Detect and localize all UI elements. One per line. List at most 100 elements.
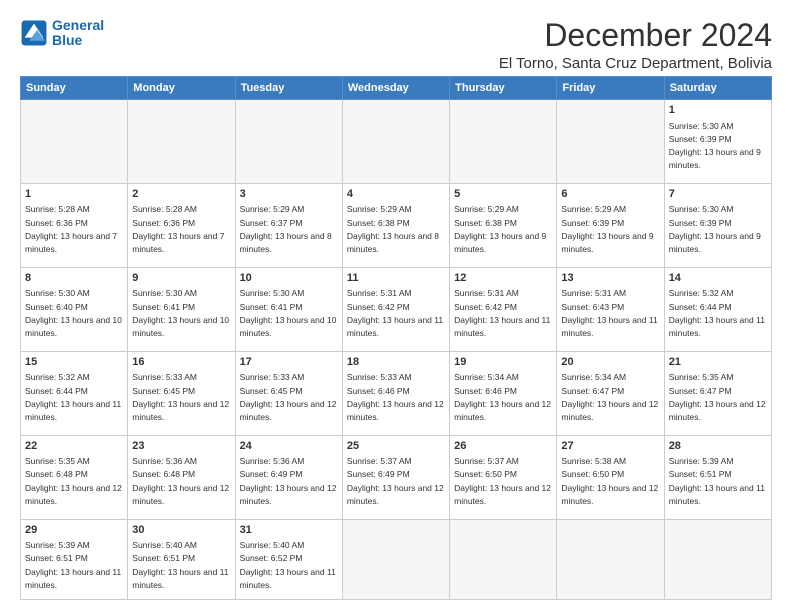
day-info: Sunrise: 5:39 AMSunset: 6:51 PMDaylight:… [669, 456, 765, 506]
calendar-week-2: 1Sunrise: 5:28 AMSunset: 6:36 PMDaylight… [21, 184, 772, 268]
day-number: 14 [669, 271, 767, 286]
calendar-table: SundayMondayTuesdayWednesdayThursdayFrid… [20, 76, 772, 600]
day-info: Sunrise: 5:34 AMSunset: 6:46 PMDaylight:… [454, 372, 551, 422]
calendar-cell [557, 100, 664, 184]
calendar-cell: 18Sunrise: 5:33 AMSunset: 6:46 PMDayligh… [342, 351, 449, 435]
calendar-cell: 4 Sunrise: 5:29 AMSunset: 6:38 PMDaylight… [342, 184, 449, 268]
day-number: 21 [669, 355, 767, 370]
day-info: Sunrise: 5:33 AMSunset: 6:45 PMDaylight:… [132, 372, 229, 422]
day-number: 2 [132, 187, 230, 202]
calendar-cell [450, 100, 557, 184]
day-number: 9 [132, 271, 230, 286]
calendar-cell: 22 Sunrise: 5:35 AMSunset: 6:48 PMDayligh… [21, 435, 128, 519]
day-number: 19 [454, 355, 552, 370]
calendar-cell: 12Sunrise: 5:31 AMSunset: 6:42 PMDayligh… [450, 267, 557, 351]
calendar-cell: 2 Sunrise: 5:28 AMSunset: 6:36 PMDaylight… [128, 184, 235, 268]
calendar-cell: 1Sunrise: 5:28 AMSunset: 6:36 PMDaylight… [21, 184, 128, 268]
day-number: 5 [454, 187, 552, 202]
calendar-cell: 13Sunrise: 5:31 AMSunset: 6:43 PMDayligh… [557, 267, 664, 351]
calendar-cell: 16 Sunrise: 5:33 AMSunset: 6:45 PMDayligh… [128, 351, 235, 435]
day-number: 8 [25, 271, 123, 286]
day-header-thursday: Thursday [450, 77, 557, 100]
calendar-week-4: 15 Sunrise: 5:32 AMSunset: 6:44 PMDayligh… [21, 351, 772, 435]
calendar-week-5: 22 Sunrise: 5:35 AMSunset: 6:48 PMDayligh… [21, 435, 772, 519]
calendar-cell [342, 100, 449, 184]
day-number: 17 [240, 355, 338, 370]
logo-text: General Blue [52, 18, 104, 49]
day-info: Sunrise: 5:40 AMSunset: 6:51 PMDaylight:… [132, 540, 228, 590]
day-number: 26 [454, 439, 552, 454]
calendar-cell [128, 100, 235, 184]
day-number: 7 [669, 187, 767, 202]
day-info: Sunrise: 5:36 AMSunset: 6:48 PMDaylight:… [132, 456, 229, 506]
day-info: Sunrise: 5:33 AMSunset: 6:46 PMDaylight:… [347, 372, 444, 422]
day-info: Sunrise: 5:30 AMSunset: 6:40 PMDaylight:… [25, 288, 122, 338]
day-number: 11 [347, 271, 445, 286]
calendar-cell: 21 Sunrise: 5:35 AMSunset: 6:47 PMDayligh… [664, 351, 771, 435]
day-info: Sunrise: 5:35 AMSunset: 6:48 PMDaylight:… [25, 456, 122, 506]
day-info: Sunrise: 5:31 AMSunset: 6:42 PMDaylight:… [347, 288, 443, 338]
day-info: Sunrise: 5:29 AMSunset: 6:38 PMDaylight:… [454, 204, 546, 254]
day-number: 15 [25, 355, 123, 370]
day-number: 4 [347, 187, 445, 202]
day-info: Sunrise: 5:31 AMSunset: 6:42 PMDaylight:… [454, 288, 550, 338]
day-number: 13 [561, 271, 659, 286]
page: General Blue December 2024 El Torno, San… [0, 0, 792, 612]
day-info: Sunrise: 5:32 AMSunset: 6:44 PMDaylight:… [25, 372, 121, 422]
day-info: Sunrise: 5:30 AMSunset: 6:39 PMDaylight:… [669, 204, 761, 254]
day-info: Sunrise: 5:28 AMSunset: 6:36 PMDaylight:… [132, 204, 224, 254]
day-number: 16 [132, 355, 230, 370]
day-header-saturday: Saturday [664, 77, 771, 100]
calendar-cell: 8 Sunrise: 5:30 AMSunset: 6:40 PMDaylight… [21, 267, 128, 351]
calendar-cell [450, 519, 557, 599]
day-info: Sunrise: 5:35 AMSunset: 6:47 PMDaylight:… [669, 372, 766, 422]
main-title: December 2024 [499, 18, 772, 53]
calendar-cell: 3Sunrise: 5:29 AMSunset: 6:37 PMDaylight… [235, 184, 342, 268]
calendar-cell: 23 Sunrise: 5:36 AMSunset: 6:48 PMDayligh… [128, 435, 235, 519]
title-block: December 2024 El Torno, Santa Cruz Depar… [499, 18, 772, 72]
day-info: Sunrise: 5:36 AMSunset: 6:49 PMDaylight:… [240, 456, 337, 506]
calendar-cell: 28Sunrise: 5:39 AMSunset: 6:51 PMDayligh… [664, 435, 771, 519]
day-info: Sunrise: 5:37 AMSunset: 6:49 PMDaylight:… [347, 456, 444, 506]
day-info: Sunrise: 5:29 AMSunset: 6:39 PMDaylight:… [561, 204, 653, 254]
calendar-week-6: 29Sunrise: 5:39 AMSunset: 6:51 PMDayligh… [21, 519, 772, 599]
day-info: Sunrise: 5:33 AMSunset: 6:45 PMDaylight:… [240, 372, 337, 422]
day-info: Sunrise: 5:28 AMSunset: 6:36 PMDaylight:… [25, 204, 117, 254]
day-info: Sunrise: 5:32 AMSunset: 6:44 PMDaylight:… [669, 288, 765, 338]
calendar-cell [235, 100, 342, 184]
day-header-friday: Friday [557, 77, 664, 100]
day-number: 10 [240, 271, 338, 286]
day-info: Sunrise: 5:37 AMSunset: 6:50 PMDaylight:… [454, 456, 551, 506]
calendar-cell: 31Sunrise: 5:40 AMSunset: 6:52 PMDayligh… [235, 519, 342, 599]
calendar-header-row: SundayMondayTuesdayWednesdayThursdayFrid… [21, 77, 772, 100]
calendar-cell: 15 Sunrise: 5:32 AMSunset: 6:44 PMDayligh… [21, 351, 128, 435]
calendar-cell: 6 Sunrise: 5:29 AMSunset: 6:39 PMDaylight… [557, 184, 664, 268]
day-info: Sunrise: 5:29 AMSunset: 6:38 PMDaylight:… [347, 204, 439, 254]
day-info: Sunrise: 5:38 AMSunset: 6:50 PMDaylight:… [561, 456, 658, 506]
calendar-week-1: 1Sunrise: 5:30 AMSunset: 6:39 PMDaylight… [21, 100, 772, 184]
day-header-wednesday: Wednesday [342, 77, 449, 100]
day-info: Sunrise: 5:30 AMSunset: 6:39 PMDaylight:… [669, 121, 761, 171]
calendar-cell [342, 519, 449, 599]
day-number: 22 [25, 439, 123, 454]
day-header-monday: Monday [128, 77, 235, 100]
day-number: 6 [561, 187, 659, 202]
day-info: Sunrise: 5:30 AMSunset: 6:41 PMDaylight:… [132, 288, 229, 338]
calendar-cell: 9 Sunrise: 5:30 AMSunset: 6:41 PMDaylight… [128, 267, 235, 351]
calendar-cell: 10 Sunrise: 5:30 AMSunset: 6:41 PMDayligh… [235, 267, 342, 351]
logo: General Blue [20, 18, 104, 49]
day-info: Sunrise: 5:30 AMSunset: 6:41 PMDaylight:… [240, 288, 337, 338]
calendar-cell: 11 Sunrise: 5:31 AMSunset: 6:42 PMDayligh… [342, 267, 449, 351]
calendar-week-3: 8 Sunrise: 5:30 AMSunset: 6:40 PMDaylight… [21, 267, 772, 351]
day-number: 30 [132, 523, 230, 538]
day-number: 23 [132, 439, 230, 454]
calendar-cell: 20Sunrise: 5:34 AMSunset: 6:47 PMDayligh… [557, 351, 664, 435]
logo-line2: Blue [52, 33, 104, 48]
day-number: 29 [25, 523, 123, 538]
calendar-cell [557, 519, 664, 599]
header: General Blue December 2024 El Torno, San… [20, 18, 772, 72]
calendar-cell [664, 519, 771, 599]
calendar-cell: 19 Sunrise: 5:34 AMSunset: 6:46 PMDayligh… [450, 351, 557, 435]
day-number: 20 [561, 355, 659, 370]
day-header-sunday: Sunday [21, 77, 128, 100]
